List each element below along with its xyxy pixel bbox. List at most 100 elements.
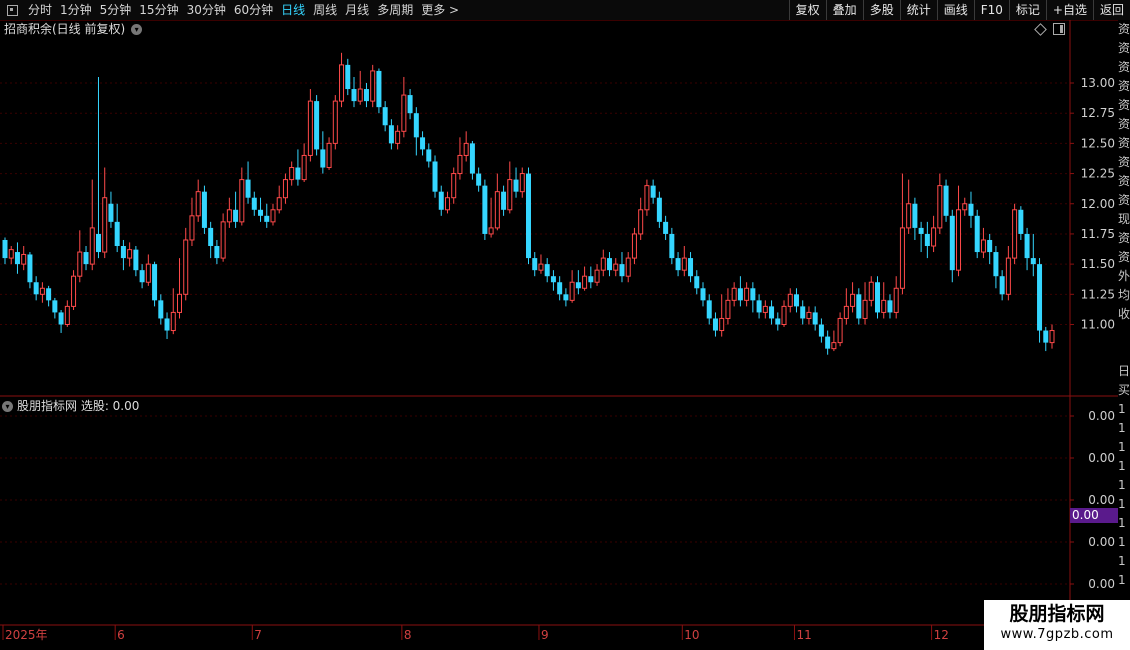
- candle-body: [893, 287, 899, 313]
- candle-body: [769, 306, 775, 319]
- side-info-char: 1: [1118, 573, 1126, 587]
- candle-body: [706, 300, 712, 319]
- side-info-char: 资: [1118, 155, 1130, 169]
- candle-body: [812, 312, 818, 325]
- candle-body: [526, 173, 531, 259]
- candle-body: [170, 311, 176, 332]
- candle-body: [270, 209, 276, 223]
- candle-body: [164, 318, 170, 331]
- candle-body: [71, 275, 77, 307]
- candle-body: [631, 233, 637, 259]
- indicator-tick-label: 0.00: [1088, 493, 1115, 507]
- candle-body: [314, 101, 320, 150]
- candle-body: [301, 154, 307, 181]
- side-info-char: 1: [1118, 459, 1126, 473]
- candle-body: [64, 305, 70, 326]
- candle-body: [843, 305, 849, 319]
- candle-body: [189, 215, 195, 241]
- side-info-char: [1118, 324, 1130, 343]
- candle-body: [114, 221, 120, 247]
- side-info-char: 收: [1118, 307, 1130, 321]
- time-tick-label: 7: [254, 628, 262, 642]
- candle-body: [949, 215, 955, 271]
- candle-body: [220, 221, 226, 259]
- candle-body: [600, 257, 606, 271]
- candle-body: [619, 264, 625, 277]
- candle-body: [987, 239, 993, 253]
- time-tick-label: 8: [404, 628, 412, 642]
- candle-body: [980, 239, 986, 253]
- candle-body: [588, 276, 594, 283]
- candle-body: [837, 317, 843, 344]
- candle-body: [575, 282, 581, 289]
- candle-body: [388, 125, 394, 144]
- time-tick-label: 6: [117, 628, 125, 642]
- candle-body: [457, 154, 463, 175]
- candle-body: [613, 263, 619, 271]
- side-info-char: 资: [1118, 193, 1130, 207]
- kline-chart[interactable]: 13.00 12.75 12.50 12.25 12.00 11.75 11.50 11.25…: [0, 0, 1118, 650]
- side-info-char: 资: [1118, 98, 1130, 112]
- indicator-tick-label: 0.00: [1088, 451, 1115, 465]
- candle-body: [413, 113, 419, 138]
- side-info-char: 均: [1118, 288, 1130, 302]
- candle-body: [513, 179, 519, 192]
- candle-body: [463, 142, 469, 156]
- candle-body: [351, 89, 357, 102]
- candle-body: [451, 173, 457, 199]
- side-info-char: 资: [1118, 250, 1130, 264]
- candle-body: [731, 287, 737, 301]
- candle-body: [756, 300, 762, 313]
- candle-body: [438, 191, 444, 210]
- candle-body: [850, 293, 856, 307]
- candle-body: [694, 276, 700, 289]
- candle-body: [557, 282, 563, 295]
- candle-body: [276, 197, 282, 211]
- candle-body: [332, 100, 338, 144]
- candle-body: [544, 264, 550, 277]
- candle-body: [1018, 209, 1024, 234]
- time-tick-label: 10: [684, 628, 699, 642]
- candle-body: [956, 209, 962, 271]
- candle-body: [644, 185, 650, 211]
- candle-body: [27, 254, 33, 283]
- candle-body: [800, 306, 806, 319]
- side-info-char: 1: [1118, 497, 1126, 511]
- price-tick-label: 11.75: [1081, 227, 1115, 241]
- candle-body: [1030, 258, 1036, 265]
- side-info-char: 1: [1118, 554, 1126, 568]
- candle-body: [669, 233, 675, 259]
- price-tick-label: 12.75: [1081, 106, 1115, 120]
- candle-body: [245, 179, 251, 198]
- candle-body: [8, 249, 14, 259]
- candle-body: [339, 64, 345, 102]
- candle-body: [918, 227, 924, 234]
- candle-body: [825, 336, 831, 349]
- candle-body: [282, 179, 288, 199]
- candle-body: [214, 246, 220, 259]
- candle-body: [201, 191, 207, 228]
- candle-body: [58, 312, 64, 325]
- candle-body: [881, 299, 887, 313]
- candle-body: [46, 288, 52, 301]
- candle-body: [594, 269, 600, 283]
- candle-body: [21, 253, 27, 265]
- candle-body: [420, 137, 426, 150]
- candle-body: [258, 209, 264, 216]
- candle-body: [750, 288, 756, 301]
- candle-body: [937, 185, 943, 229]
- candle-body: [426, 149, 432, 162]
- candle-body: [993, 252, 999, 277]
- side-info-column: 资资资资资资资资资资现资资外均收日买1111111111: [1118, 20, 1130, 640]
- candle-body: [102, 197, 108, 253]
- price-tick-label: 13.00: [1081, 76, 1115, 90]
- side-info-char: 资: [1118, 22, 1130, 36]
- candle-body: [33, 282, 39, 295]
- candle-body: [52, 300, 58, 313]
- candle-body: [563, 294, 569, 301]
- candle-body: [158, 300, 164, 319]
- candle-body: [1043, 330, 1049, 343]
- candle-body: [376, 70, 382, 108]
- side-info-char: 1: [1118, 535, 1126, 549]
- candle-body: [681, 257, 687, 271]
